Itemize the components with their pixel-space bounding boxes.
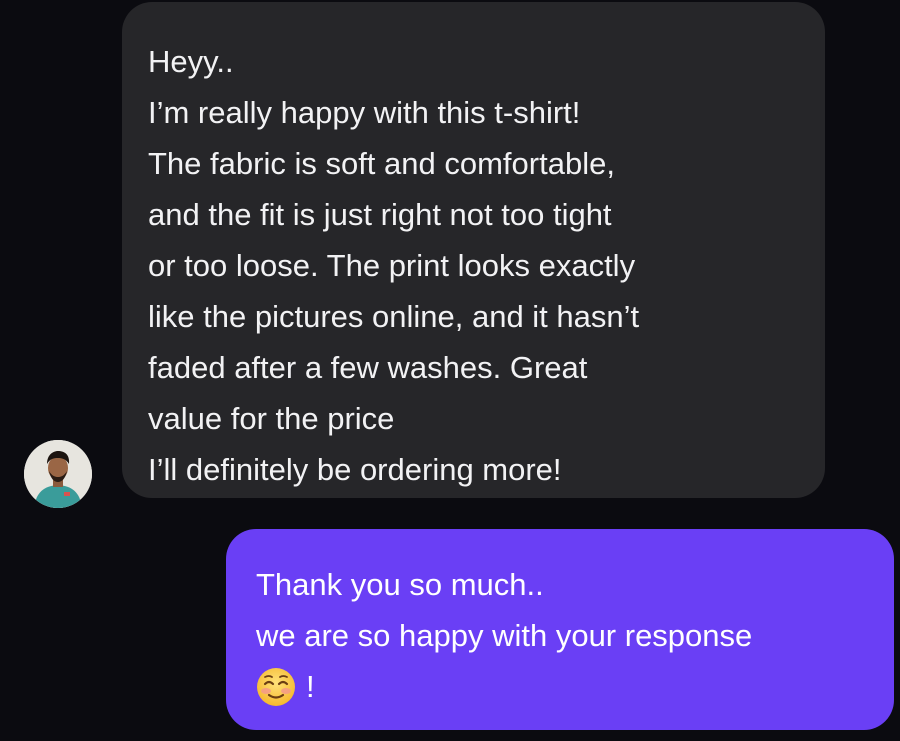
- message-line: I’ll definitely be ordering more!: [148, 452, 562, 487]
- message-line: we are so happy with your response: [256, 618, 753, 653]
- sender-avatar[interactable]: [24, 440, 92, 508]
- person-avatar-icon: [24, 440, 92, 508]
- message-line: Thank you so much..: [256, 567, 544, 602]
- smiling-face-emoji-icon: [256, 667, 296, 707]
- message-line: I’m really happy with this t-shirt!: [148, 95, 581, 130]
- message-line: The fabric is soft and comfortable,: [148, 146, 615, 181]
- message-line: like the pictures online, and it hasn’t: [148, 299, 640, 334]
- message-line: or too loose. The print looks exactly: [148, 248, 636, 283]
- outgoing-message-bubble[interactable]: Thank you so much.. we are so happy with…: [226, 529, 894, 730]
- message-line: faded after a few washes. Great: [148, 350, 588, 385]
- message-trailing-text: !: [306, 669, 315, 704]
- emoji-line: !: [256, 661, 894, 712]
- message-line: value for the price: [148, 401, 395, 436]
- incoming-message-bubble[interactable]: Heyy.. I’m really happy with this t-shir…: [122, 2, 825, 498]
- message-line: and the fit is just right not too tight: [148, 197, 612, 232]
- chat-thread: Heyy.. I’m really happy with this t-shir…: [0, 0, 900, 741]
- message-line: Heyy..: [148, 44, 234, 79]
